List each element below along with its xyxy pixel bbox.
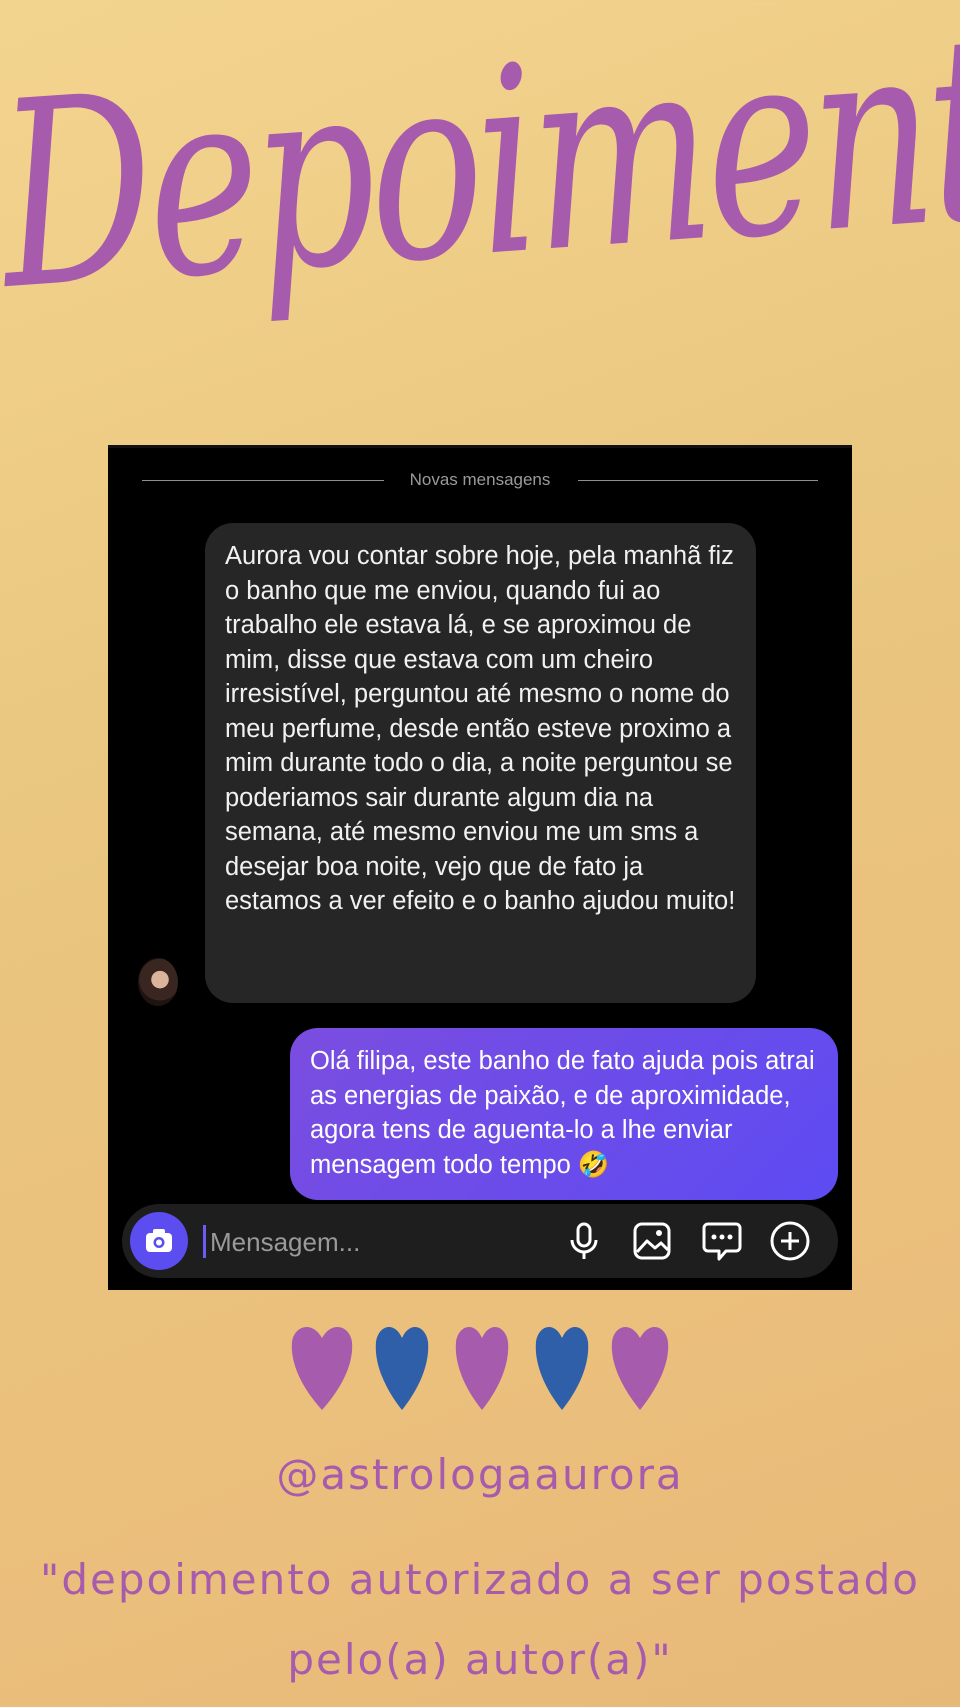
new-messages-divider: Novas mensagens	[142, 470, 818, 490]
received-message-text: Aurora vou contar sobre hoje, pela manhã…	[225, 542, 736, 915]
sent-message-text: Olá filipa, este banho de fato ajuda poi…	[310, 1047, 815, 1179]
camera-icon	[146, 1229, 172, 1252]
message-composer	[122, 1204, 838, 1278]
text-cursor	[203, 1225, 206, 1258]
plus-icon[interactable]	[768, 1219, 812, 1263]
heart-icon	[291, 1326, 353, 1410]
message-input[interactable]	[208, 1218, 512, 1266]
instagram-handle: @astrologaaurora	[276, 1450, 684, 1499]
chat-screenshot: Novas mensagens Aurora vou contar sobre …	[108, 445, 852, 1290]
gallery-icon[interactable]	[630, 1219, 674, 1263]
avatar[interactable]	[138, 958, 178, 1006]
heart-icon	[535, 1326, 589, 1410]
hearts-decoration	[291, 1326, 669, 1410]
page-title: Depoimentos	[0, 0, 960, 347]
heart-icon	[611, 1326, 669, 1410]
authorization-note: "depoimento autorizado a ser postado pel…	[40, 1555, 920, 1684]
microphone-icon[interactable]	[562, 1219, 606, 1263]
sticker-icon[interactable]	[700, 1219, 744, 1263]
divider-line	[578, 480, 818, 481]
sent-message-bubble[interactable]: Olá filipa, este banho de fato ajuda poi…	[290, 1028, 838, 1200]
received-message-bubble[interactable]: Aurora vou contar sobre hoje, pela manhã…	[205, 523, 756, 1003]
camera-button[interactable]	[130, 1212, 188, 1270]
heart-icon	[455, 1326, 509, 1410]
heart-icon	[375, 1326, 429, 1410]
